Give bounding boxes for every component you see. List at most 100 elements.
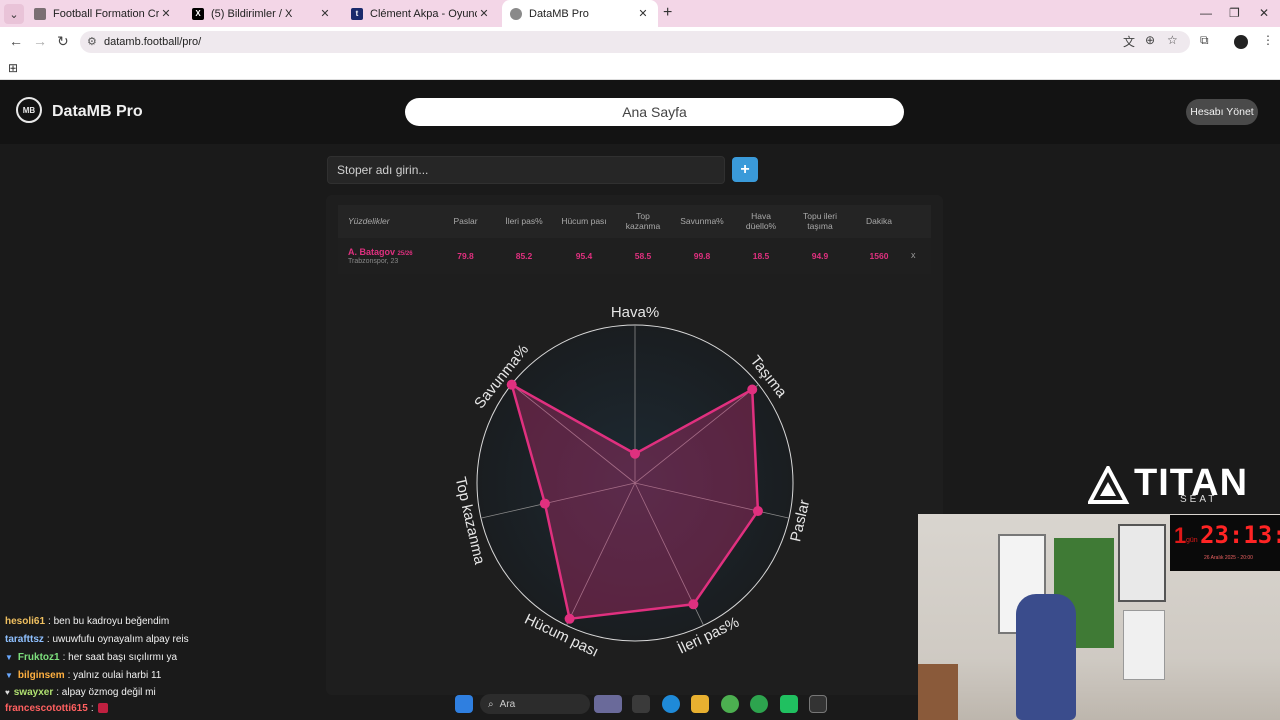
clock-date: 26 Aralık 2025 - 20:00 [1204, 555, 1253, 561]
column-header: Dakika [866, 215, 892, 226]
wall-poster [1123, 610, 1165, 680]
chat-text: : yalnız oulai harbi 11 [67, 669, 162, 681]
browser-tab-active[interactable]: DataMB Pro ✕ [502, 0, 658, 27]
site-info-icon[interactable]: ⚙ [87, 35, 97, 48]
column-header: Savunma% [680, 215, 724, 226]
apps-grid-icon[interactable]: ⊞ [8, 61, 18, 75]
task-view-icon[interactable] [632, 695, 650, 713]
menu-kebab-icon[interactable]: ⋮ [1262, 33, 1274, 47]
taskbar-search-label: Ara [499, 698, 516, 710]
address-bar[interactable]: ⚙ datamb.football/pro/ [80, 31, 1190, 53]
site-logo-icon: t [351, 7, 363, 20]
tab-title: Clément Akpa - Oyuncu profili [370, 7, 477, 20]
manage-account-button[interactable]: Hesabı Yönet [1186, 99, 1258, 125]
column-header: İleri pas% [505, 215, 543, 226]
column-header: Topu ileri taşıma [802, 210, 838, 231]
clock-day-label: gün [1186, 537, 1198, 544]
logo-icon: MB [16, 97, 42, 123]
table-cell: 85.2 [515, 251, 533, 261]
table-header: Yüzdelikler Paslar İleri pas% Hücum pası… [338, 205, 931, 238]
close-icon[interactable]: ✕ [159, 7, 173, 20]
url-text: datamb.football/pro/ [104, 36, 202, 48]
close-icon[interactable]: ✕ [636, 7, 650, 20]
player-name-text: A. Batagov [348, 247, 396, 257]
clock-day: 1 [1174, 523, 1187, 548]
chat-user: swayxer [13, 686, 54, 698]
browser-tab[interactable]: X (5) Bildirimler / X ✕ [184, 0, 340, 27]
taskbar-search[interactable]: ⌕ Ara [480, 694, 590, 714]
chat-user: hesoli61 [5, 615, 46, 627]
bookmarks-bar: ⊞ [0, 57, 1280, 80]
extensions-icon[interactable]: ⧉ [1200, 33, 1209, 48]
bookmark-star-icon[interactable]: ☆ [1167, 33, 1178, 47]
close-icon[interactable]: ✕ [318, 7, 332, 20]
chat-text: : [90, 702, 94, 714]
heart-icon: ♥ [5, 687, 10, 697]
chat-message: tarafttsz: uwuwfufu oynayalım alpay reis [0, 630, 300, 648]
browser-toolbar: ← → ↻ ⚙ datamb.football/pro/ [0, 27, 1280, 57]
translate-icon[interactable]: 文 [1123, 33, 1135, 50]
edge-browser-icon[interactable] [662, 695, 680, 713]
profile-avatar[interactable] [1234, 35, 1248, 49]
table-cell: 18.5 [752, 251, 770, 261]
table-cell: 95.4 [575, 251, 593, 261]
table-cell: 94.9 [811, 251, 829, 261]
search-icon: ⌕ [488, 698, 494, 710]
windows-start-icon[interactable] [455, 695, 473, 713]
app-icon[interactable] [780, 695, 798, 713]
badge-icon: ▼ [5, 670, 13, 680]
gaming-chair [1016, 594, 1076, 720]
player-club: Trabzonspor, 23 [348, 258, 399, 265]
back-icon[interactable]: ← [9, 33, 23, 49]
chrome-icon[interactable] [721, 695, 739, 713]
chat-message: hesoli61: ben bu kadroyu beğendim [0, 612, 300, 630]
chat-text: : her saat başı sıçılırmı ya [62, 651, 178, 663]
logo-text: DataMB Pro [52, 103, 143, 120]
epic-games-icon[interactable] [809, 695, 827, 713]
browser-tab[interactable]: t Clément Akpa - Oyuncu profili ✕ [343, 0, 499, 27]
badge-icon: ▼ [5, 652, 13, 662]
table-row: A. Batagov 25/26 Trabzonspor, 23 79.8 85… [338, 238, 931, 274]
chat-text: : uwuwfufu oynayalım alpay reis [46, 633, 189, 645]
tactics-board [1118, 524, 1166, 602]
column-header: Top kazanma [625, 210, 661, 231]
restore-icon[interactable]: ❐ [1229, 6, 1240, 20]
player-search-input[interactable] [327, 156, 725, 184]
globe-icon [510, 7, 522, 20]
close-window-icon[interactable]: ✕ [1259, 6, 1269, 20]
chat-message: ▼ Fruktoz1: her saat başı sıçılırmı ya [0, 648, 300, 666]
table-cell: 1560 [869, 251, 889, 261]
remove-player-icon[interactable]: x [911, 250, 916, 260]
forward-icon[interactable]: → [33, 33, 47, 49]
browser-tab[interactable]: Football Formation Creator: Re ✕ [26, 0, 181, 27]
file-explorer-icon[interactable] [691, 695, 709, 713]
chat-user: bilginsem [17, 669, 65, 681]
close-icon[interactable]: ✕ [477, 7, 491, 20]
page-icon [34, 7, 46, 20]
reload-icon[interactable]: ↻ [57, 33, 69, 50]
table-cell: 99.8 [693, 251, 711, 261]
chat-text: : ben bu kadroyu beğendim [48, 615, 170, 627]
chrome-profile-icon[interactable] [750, 695, 768, 713]
player-name[interactable]: A. Batagov 25/26 [348, 247, 413, 257]
minimize-icon[interactable]: — [1200, 6, 1212, 20]
browser-tab-bar: ⌄ Football Formation Creator: Re ✕ X (5)… [0, 0, 1280, 27]
chat-message: francescototti615: [0, 700, 300, 716]
column-header: Yüzdelikler [348, 215, 390, 226]
table-cell: 58.5 [634, 251, 652, 261]
emote-icon [97, 703, 108, 713]
widgets-icon[interactable] [594, 695, 622, 713]
chat-text: : alpay özmog değil mi [56, 686, 156, 698]
column-header: Hava düello% [745, 210, 777, 231]
table-cell: 79.8 [457, 251, 474, 261]
home-button[interactable]: Ana Sayfa [405, 98, 904, 126]
tab-title: (5) Bildirimler / X [211, 7, 293, 20]
new-tab-icon[interactable]: + [663, 4, 672, 22]
tab-search-menu-icon[interactable]: ⌄ [4, 4, 24, 24]
tab-title: Football Formation Creator: Re [53, 7, 159, 20]
chat-message: ♥ swayxer: alpay özmog değil mi [0, 684, 300, 700]
chat-user: francescototti615 [5, 702, 88, 714]
add-player-button[interactable]: + [732, 157, 758, 182]
zoom-icon[interactable]: ⊕ [1145, 33, 1155, 47]
chat-user: tarafttsz [5, 633, 44, 645]
